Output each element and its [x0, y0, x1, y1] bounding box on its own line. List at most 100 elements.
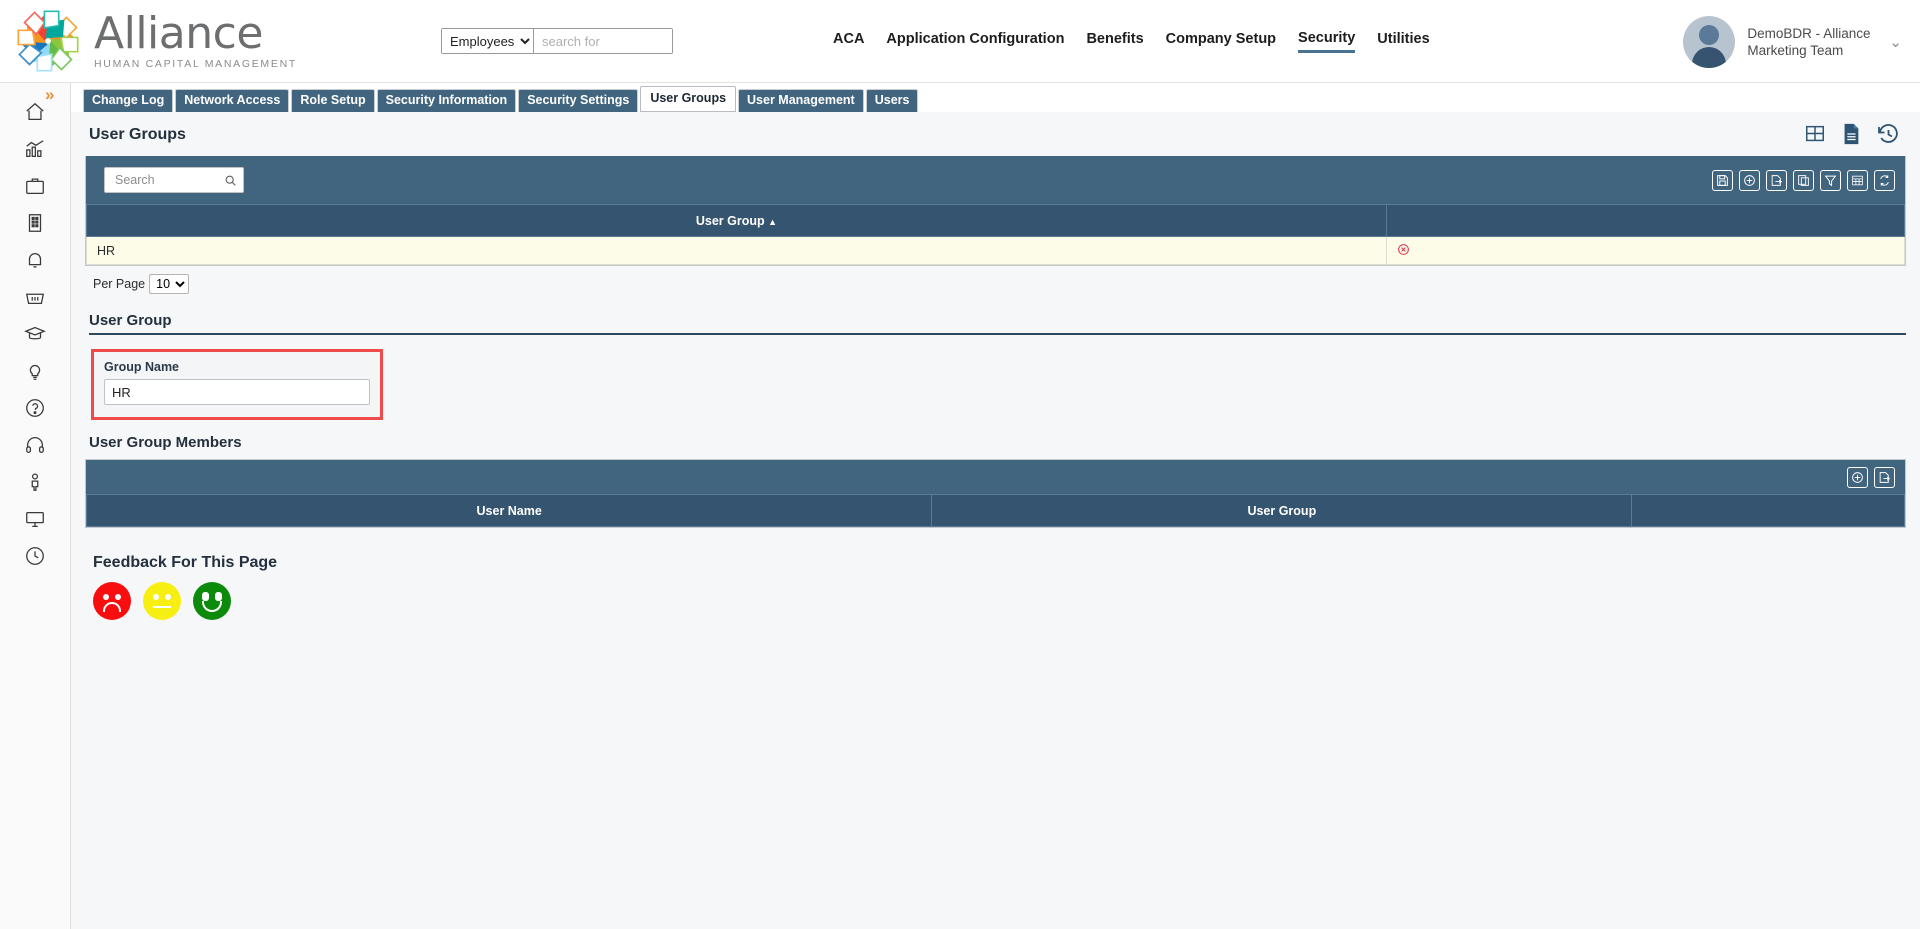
user-group-section-title: User Group	[89, 312, 172, 329]
export-button[interactable]	[1766, 169, 1787, 191]
user-groups-table: User Group ▲ HR	[86, 204, 1906, 265]
add-icon	[1852, 471, 1863, 483]
nav-item-application-configuration[interactable]: Application Configuration	[886, 31, 1064, 51]
grid-action-icons	[1712, 169, 1895, 191]
sidebar-item-support[interactable]	[0, 426, 70, 463]
copy-button[interactable]	[1793, 169, 1814, 191]
nav-item-aca[interactable]: ACA	[833, 31, 864, 51]
table-row[interactable]: HR	[86, 236, 1906, 265]
section-tabs: Change Log Network Access Role Setup Sec…	[71, 83, 1920, 112]
nav-item-utilities[interactable]: Utilities	[1377, 31, 1429, 51]
search-icon[interactable]	[224, 174, 237, 187]
members-toolbar	[86, 460, 1905, 494]
column-header-user-name[interactable]: User Name	[85, 494, 933, 527]
page-header-icons	[1804, 122, 1906, 146]
grid-toolbar	[86, 156, 1905, 204]
basket-icon	[25, 293, 45, 304]
nav-item-company-setup[interactable]: Company Setup	[1166, 31, 1276, 51]
alliance-logo-icon	[17, 10, 79, 72]
history-icon[interactable]	[1876, 122, 1900, 146]
logo-subtitle: HUMAN CAPITAL MANAGEMENT	[94, 58, 297, 71]
tab-user-management[interactable]: User Management	[738, 89, 864, 112]
cell-user-group: HR	[86, 236, 1387, 265]
layout-grid-icon[interactable]	[1804, 123, 1826, 145]
sidebar-item-home[interactable]	[0, 93, 70, 130]
group-name-label: Group Name	[104, 360, 180, 374]
main-navigation: ACA Application Configuration Benefits C…	[833, 30, 1430, 53]
global-search-input[interactable]	[534, 29, 672, 53]
tab-user-groups[interactable]: User Groups	[640, 86, 737, 112]
section-divider	[89, 333, 1906, 335]
members-export-button[interactable]	[1874, 466, 1895, 488]
monitor-icon	[26, 511, 44, 527]
refresh-button[interactable]	[1874, 169, 1895, 191]
tab-change-log[interactable]: Change Log	[83, 89, 174, 112]
bell-icon	[28, 252, 42, 268]
logo-title: Alliance	[94, 8, 263, 60]
sidebar-item-workstation[interactable]	[0, 500, 70, 537]
group-name-input[interactable]	[104, 379, 370, 405]
sidebar-item-briefcase[interactable]	[0, 167, 70, 204]
sidebar-item-help[interactable]	[0, 389, 70, 426]
table-view-button[interactable]	[1847, 169, 1868, 191]
per-page-select[interactable]: 10	[149, 274, 190, 294]
filter-button[interactable]	[1820, 169, 1841, 191]
sort-ascending-icon: ▲	[768, 216, 778, 227]
nav-item-security[interactable]: Security	[1298, 30, 1356, 53]
user-menu[interactable]: DemoBDR - Alliance Marketing Team ⌄	[1683, 0, 1902, 83]
table-icon	[1852, 175, 1863, 185]
copy-icon	[1798, 174, 1809, 186]
save-button[interactable]	[1712, 169, 1733, 191]
feedback-options	[85, 582, 1906, 620]
column-header-members-actions	[1631, 494, 1905, 527]
sidebar-item-company[interactable]	[0, 204, 70, 241]
add-button[interactable]	[1739, 169, 1760, 191]
feedback-sad-button[interactable]	[93, 582, 131, 620]
members-panel: User Name User Group	[85, 459, 1906, 528]
global-search[interactable]: Employees	[441, 28, 673, 54]
sidebar-item-analytics[interactable]	[0, 130, 70, 167]
sidebar-item-ideas[interactable]	[0, 352, 70, 389]
sidebar-expand-icon[interactable]: »	[45, 85, 55, 105]
column-header-actions	[1385, 204, 1906, 237]
nav-item-benefits[interactable]: Benefits	[1086, 31, 1143, 51]
top-header: Alliance HUMAN CAPITAL MANAGEMENT Employ…	[0, 0, 1920, 83]
save-icon	[1717, 174, 1728, 186]
members-header-row: User Name User Group	[85, 494, 1905, 527]
left-sidebar: »	[0, 83, 71, 929]
headset-icon	[26, 436, 44, 453]
sidebar-item-employee[interactable]	[0, 463, 70, 500]
sidebar-item-time[interactable]	[0, 537, 70, 574]
tab-users[interactable]: Users	[865, 89, 919, 112]
members-table: User Name User Group	[85, 494, 1905, 527]
question-circle-icon	[26, 398, 44, 417]
tab-security-information[interactable]: Security Information	[376, 89, 517, 112]
tab-network-access[interactable]: Network Access	[175, 89, 290, 112]
feedback-happy-button[interactable]	[193, 582, 231, 620]
sidebar-item-notifications[interactable]	[0, 241, 70, 278]
grid-search[interactable]	[104, 167, 244, 193]
sidebar-item-learning[interactable]	[0, 315, 70, 352]
document-icon[interactable]	[1840, 122, 1862, 146]
chevron-down-icon[interactable]: ⌄	[1889, 33, 1902, 51]
user-group-members-title: User Group Members	[89, 434, 242, 451]
delete-circle-icon[interactable]	[1397, 243, 1410, 256]
app-logo[interactable]: Alliance HUMAN CAPITAL MANAGEMENT	[6, 0, 306, 83]
page-title: User Groups	[89, 126, 186, 143]
user-name: DemoBDR - Alliance Marketing Team	[1747, 25, 1871, 58]
building-icon	[28, 213, 42, 232]
feedback-neutral-button[interactable]	[143, 582, 181, 620]
main-content: Change Log Network Access Role Setup Sec…	[71, 83, 1920, 929]
tab-security-settings[interactable]: Security Settings	[518, 89, 639, 112]
members-add-button[interactable]	[1847, 466, 1868, 488]
column-header-member-user-group[interactable]: User Group	[931, 494, 1633, 527]
briefcase-icon	[26, 177, 44, 194]
search-input[interactable]	[113, 172, 224, 188]
column-header-user-group[interactable]: User Group ▲	[86, 204, 1387, 237]
tab-role-setup[interactable]: Role Setup	[291, 89, 375, 112]
analytics-chart-icon	[26, 139, 44, 157]
home-icon	[26, 102, 44, 120]
search-scope-select[interactable]: Employees	[442, 29, 534, 53]
sidebar-item-marketplace[interactable]	[0, 278, 70, 315]
per-page-label: Per Page	[93, 277, 146, 291]
